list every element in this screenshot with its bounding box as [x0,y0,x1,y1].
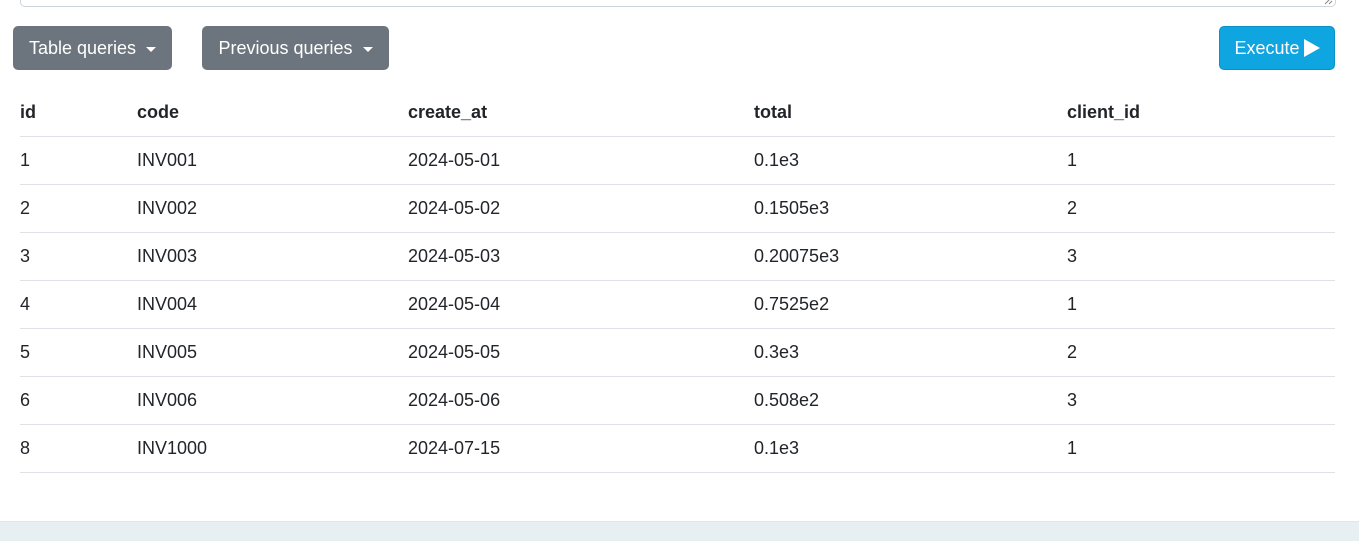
cell-code: INV003 [137,232,408,281]
cell-id: 5 [20,328,137,377]
cell-total: 0.3e3 [754,328,1067,377]
column-header-create-at: create_at [408,89,754,137]
table-row: 3 INV003 2024-05-03 0.20075e3 3 [20,232,1335,281]
cell-client-id: 1 [1067,280,1335,329]
table-row: 2 INV002 2024-05-02 0.1505e3 2 [20,184,1335,233]
cell-client-id: 2 [1067,328,1335,377]
column-header-client-id: client_id [1067,89,1335,137]
table-row: 1 INV001 2024-05-01 0.1e3 1 [20,136,1335,185]
cell-create-at: 2024-05-02 [408,184,754,233]
cell-code: INV1000 [137,424,408,473]
cell-code: INV005 [137,328,408,377]
page-footer-band [0,521,1359,541]
cell-client-id: 3 [1067,376,1335,425]
table-row: 4 INV004 2024-05-04 0.7525e2 1 [20,280,1335,329]
execute-label: Execute [1234,37,1300,58]
previous-queries-dropdown-button[interactable]: Previous queries [202,26,389,70]
cell-total: 0.1e3 [754,424,1067,473]
chevron-down-icon [362,46,373,52]
cell-client-id: 3 [1067,232,1335,281]
cell-client-id: 2 [1067,184,1335,233]
table-row: 6 INV006 2024-05-06 0.508e2 3 [20,376,1335,425]
query-editor[interactable] [20,0,1336,7]
cell-code: INV002 [137,184,408,233]
cell-create-at: 2024-05-01 [408,136,754,185]
cell-total: 0.1505e3 [754,184,1067,233]
cell-create-at: 2024-05-06 [408,376,754,425]
cell-id: 3 [20,232,137,281]
column-header-total: total [754,89,1067,137]
cell-total: 0.508e2 [754,376,1067,425]
cell-id: 6 [20,376,137,425]
cell-create-at: 2024-05-04 [408,280,754,329]
cell-total: 0.7525e2 [754,280,1067,329]
previous-queries-label: Previous queries [218,37,353,58]
results-table: id code create_at total client_id 1 INV0… [20,89,1335,473]
table-queries-label: Table queries [28,37,137,58]
table-header-row: id code create_at total client_id [20,89,1335,137]
cell-client-id: 1 [1067,424,1335,473]
cell-client-id: 1 [1067,136,1335,185]
cell-create-at: 2024-07-15 [408,424,754,473]
cell-id: 4 [20,280,137,329]
cell-code: INV004 [137,280,408,329]
cell-id: 8 [20,424,137,473]
cell-id: 1 [20,136,137,185]
cell-create-at: 2024-05-03 [408,232,754,281]
column-header-id: id [20,89,137,137]
cell-id: 2 [20,184,137,233]
chevron-down-icon [146,46,157,52]
table-queries-dropdown-button[interactable]: Table queries [13,26,172,70]
resize-handle-icon[interactable] [1324,0,1333,5]
table-row: 8 INV1000 2024-07-15 0.1e3 1 [20,424,1335,473]
cell-create-at: 2024-05-05 [408,328,754,377]
execute-button[interactable]: Execute [1219,26,1335,70]
cell-code: INV001 [137,136,408,185]
cell-total: 0.20075e3 [754,232,1067,281]
play-icon [1303,39,1320,57]
column-header-code: code [137,89,408,137]
cell-total: 0.1e3 [754,136,1067,185]
table-row: 5 INV005 2024-05-05 0.3e3 2 [20,328,1335,377]
cell-code: INV006 [137,376,408,425]
